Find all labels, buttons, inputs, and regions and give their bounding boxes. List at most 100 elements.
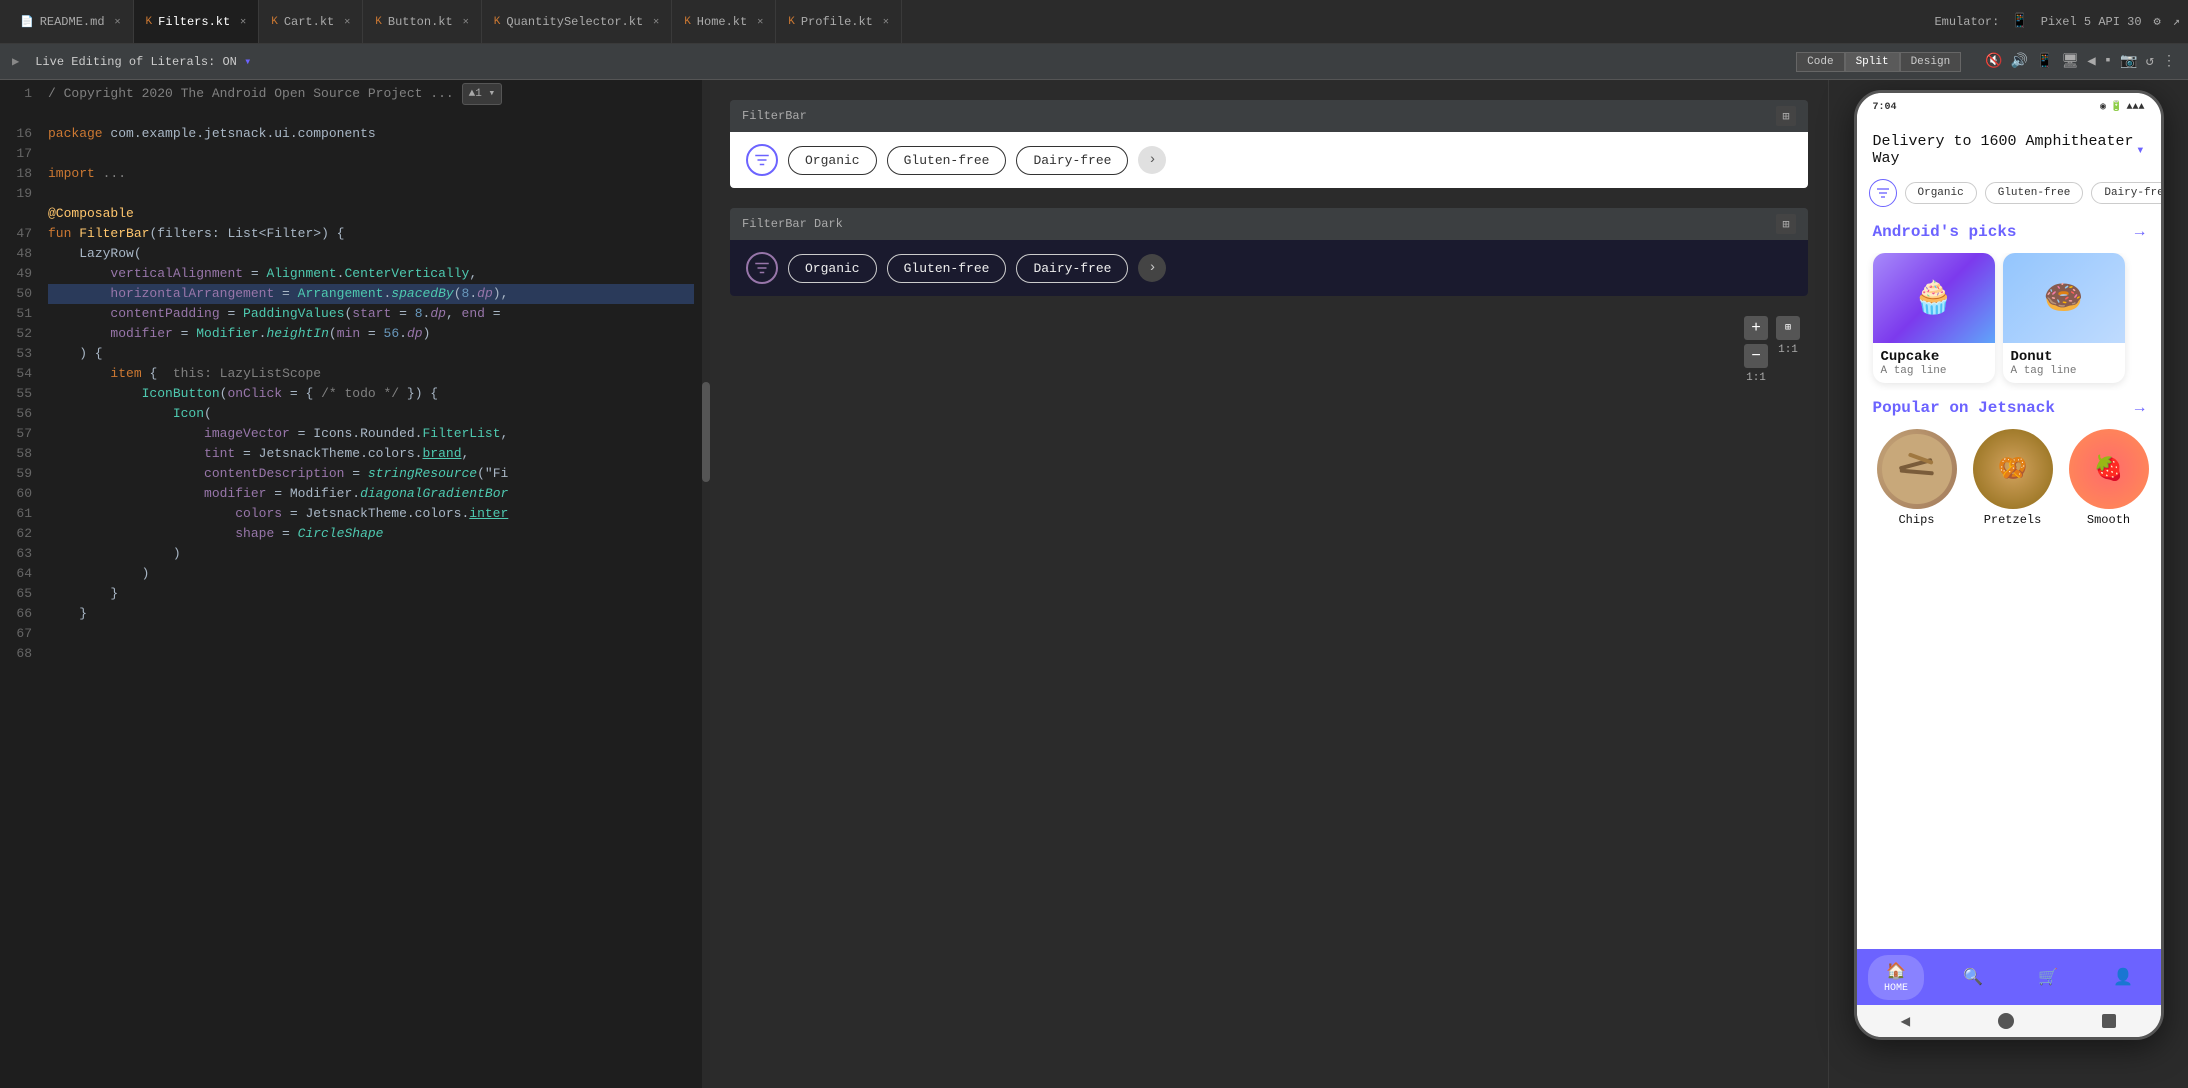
- tab-cart-close[interactable]: ✕: [344, 16, 350, 28]
- tab-home-close[interactable]: ✕: [757, 16, 763, 28]
- product-card-donut[interactable]: 🍩 Donut A tag line: [2003, 253, 2125, 383]
- filter-svg-dark: [753, 259, 771, 277]
- split-mode-btn[interactable]: Split: [1845, 52, 1900, 72]
- filter-list-icon-light[interactable]: [746, 144, 778, 176]
- mute-icon[interactable]: 🔇: [1985, 53, 2002, 70]
- code-line-61: contentDescription = stringResource("Fi: [48, 464, 694, 484]
- live-edit-dropdown[interactable]: ▾: [244, 55, 251, 69]
- donut-info: Donut A tag line: [2003, 343, 2125, 383]
- tab-home[interactable]: K Home.kt ✕: [672, 0, 776, 43]
- tab-qty[interactable]: K QuantitySelector.kt ✕: [482, 0, 672, 43]
- phone-filter-bar: Organic Gluten-free Dairy-free ›: [1857, 175, 2161, 215]
- chip-glutenfree-dark[interactable]: Gluten-free: [887, 254, 1007, 283]
- delivery-header[interactable]: Delivery to 1600 Amphitheater Way ▾: [1857, 121, 2161, 175]
- popular-arrow[interactable]: →: [2135, 399, 2145, 417]
- popular-card-smoothie[interactable]: 🍓 Smooth: [2065, 429, 2153, 527]
- nav-home[interactable]: 🏠 HOME: [1868, 955, 1924, 1000]
- phone-rotate-icon[interactable]: 📱: [2036, 53, 2053, 70]
- delivery-dropdown-icon[interactable]: ▾: [2136, 142, 2144, 159]
- filters-icon: K: [146, 16, 153, 28]
- qty-icon: K: [494, 16, 501, 28]
- share-icon[interactable]: ↗: [2173, 14, 2180, 29]
- tab-button[interactable]: K Button.kt ✕: [363, 0, 481, 43]
- camera-icon[interactable]: 📷: [2120, 53, 2137, 70]
- device-name: Pixel 5 API 30: [2041, 15, 2142, 29]
- androids-picks-header: Android's picks →: [1873, 223, 2145, 241]
- popular-card-pretzels[interactable]: 🥨 Pretzels: [1969, 429, 2057, 527]
- nav-home-circle[interactable]: [1998, 1013, 2014, 1029]
- more-icon[interactable]: ⋮: [2162, 53, 2176, 70]
- chip-organic-dark[interactable]: Organic: [788, 254, 877, 283]
- chip-dairyfree-dark[interactable]: Dairy-free: [1016, 254, 1128, 283]
- phone-chip-dairyfree[interactable]: Dairy-free: [2091, 182, 2160, 204]
- code-line-51: verticalAlignment = Alignment.CenterVert…: [48, 264, 694, 284]
- code-mode-btn[interactable]: Code: [1796, 52, 1844, 72]
- nav-search[interactable]: 🔍: [1947, 961, 1999, 993]
- code-line-63: colors = JetsnackTheme.colors.inter: [48, 504, 694, 524]
- stop-icon[interactable]: ▪: [2104, 53, 2112, 70]
- code-line-66: ): [48, 564, 694, 584]
- chip-more-dark[interactable]: ›: [1138, 254, 1166, 282]
- top-bar-right: Emulator: 📱 Pixel 5 API 30 ⚙ ↗: [1934, 13, 2180, 30]
- chip-glutenfree-light[interactable]: Gluten-free: [887, 146, 1007, 175]
- zoom-out-btn[interactable]: −: [1744, 344, 1768, 368]
- cupcake-info: Cupcake A tag line: [1873, 343, 1995, 383]
- fit-btn[interactable]: ⊞: [1776, 316, 1800, 340]
- tab-filters[interactable]: K Filters.kt ✕: [134, 0, 260, 43]
- popular-card-chips[interactable]: Chips: [1873, 429, 1961, 527]
- zoom-label: 1:1: [1746, 372, 1766, 384]
- design-mode-btn[interactable]: Design: [1900, 52, 1962, 72]
- code-area: 1 16 17 18 19 47 48 49 50 51 52 53 54 55…: [0, 80, 710, 1088]
- nav-back-icon[interactable]: ◀: [1901, 1011, 1911, 1031]
- phone-filter-icon[interactable]: [1869, 179, 1897, 207]
- chip-more-light[interactable]: ›: [1138, 146, 1166, 174]
- tab-home-label: Home.kt: [697, 15, 747, 29]
- code-line-64: shape = CircleShape: [48, 524, 694, 544]
- location-icon: ◉: [2100, 101, 2106, 113]
- tab-profile-close[interactable]: ✕: [883, 16, 889, 28]
- product-card-cupcake[interactable]: 🧁 Cupcake A tag line: [1873, 253, 1995, 383]
- phone-chip-glutenfree[interactable]: Gluten-free: [1985, 182, 2084, 204]
- code-content[interactable]: / Copyright 2020 The Android Open Source…: [40, 80, 702, 1088]
- smoothie-image: 🍓: [2069, 429, 2149, 509]
- settings-icon[interactable]: ⚙: [2154, 14, 2161, 29]
- chips-image: [1877, 429, 1957, 509]
- tab-readme[interactable]: 📄 README.md ✕: [8, 0, 134, 43]
- button-file-icon: K: [375, 16, 382, 28]
- tab-readme-close[interactable]: ✕: [115, 16, 121, 28]
- nav-cart[interactable]: 🛒: [2022, 961, 2074, 993]
- code-scrollbar[interactable]: [702, 80, 710, 1088]
- nav-recents-icon[interactable]: [2102, 1014, 2116, 1028]
- nav-profile[interactable]: 👤: [2097, 961, 2149, 993]
- smoothie-name: Smooth: [2087, 513, 2130, 527]
- nav-cart-icon: 🛒: [2038, 967, 2058, 987]
- filterbar-light-header: FilterBar ⊞: [730, 100, 1808, 132]
- tab-qty-close[interactable]: ✕: [653, 16, 659, 28]
- volume-icon[interactable]: 🔊: [2011, 53, 2028, 70]
- zoom-in-btn[interactable]: +: [1744, 316, 1768, 340]
- zoom-controls: + − 1:1: [1744, 316, 1768, 384]
- tab-cart[interactable]: K Cart.kt ✕: [259, 0, 363, 43]
- code-line-49: fun FilterBar(filters: List<Filter>) {: [48, 224, 694, 244]
- monitor-icon[interactable]: 🖥: [2062, 53, 2080, 70]
- filterbar-light-resize[interactable]: ⊞: [1776, 106, 1796, 126]
- tab-filters-close[interactable]: ✕: [240, 16, 246, 28]
- code-editor: 1 16 17 18 19 47 48 49 50 51 52 53 54 55…: [0, 80, 710, 1088]
- tab-button-label: Button.kt: [388, 15, 453, 29]
- phone-chip-organic[interactable]: Organic: [1905, 182, 1977, 204]
- signal-icon: ▲▲▲: [2126, 102, 2144, 113]
- chip-organic-light[interactable]: Organic: [788, 146, 877, 175]
- tab-profile[interactable]: K Profile.kt ✕: [776, 0, 902, 43]
- prev-icon[interactable]: ◀: [2087, 53, 2095, 70]
- preview-panel: FilterBar ⊞ Organic Gluten-free Dairy-fr…: [710, 80, 1828, 1088]
- filterbar-dark-resize[interactable]: ⊞: [1776, 214, 1796, 234]
- code-line-65: ): [48, 544, 694, 564]
- live-edit-toggle[interactable]: Live Editing of Literals: ON ▾: [35, 54, 251, 69]
- home-file-icon: K: [684, 16, 691, 28]
- chip-dairyfree-light[interactable]: Dairy-free: [1016, 146, 1128, 175]
- tab-qty-label: QuantitySelector.kt: [506, 15, 643, 29]
- refresh-icon[interactable]: ↺: [2146, 53, 2154, 70]
- tab-button-close[interactable]: ✕: [463, 16, 469, 28]
- filter-list-icon-dark[interactable]: [746, 252, 778, 284]
- androids-picks-arrow[interactable]: →: [2135, 223, 2145, 241]
